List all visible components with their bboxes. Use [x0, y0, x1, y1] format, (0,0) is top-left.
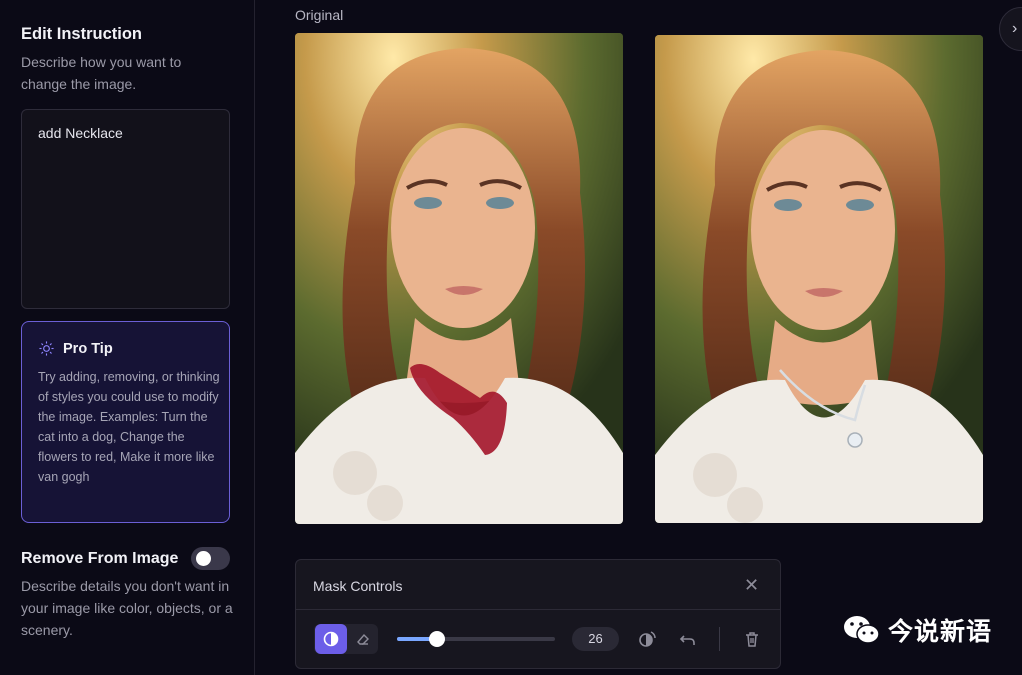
pro-tip-title: Pro Tip — [63, 340, 113, 357]
divider — [296, 609, 780, 610]
original-label: Original — [295, 7, 344, 23]
sidebar: Edit Instruction Describe how you want t… — [0, 0, 255, 675]
mask-controls-title: Mask Controls — [313, 578, 403, 594]
brush-size-value: 26 — [572, 627, 619, 651]
brush-size-slider[interactable] — [397, 631, 555, 647]
instruction-textarea[interactable]: add Necklace — [21, 109, 230, 309]
sun-icon — [38, 340, 55, 357]
original-image[interactable] — [295, 33, 623, 524]
trash-icon[interactable] — [741, 628, 763, 650]
pro-tip-card: Pro Tip Try adding, removing, or thinkin… — [21, 321, 230, 523]
invert-mask-icon[interactable] — [637, 628, 659, 650]
result-image[interactable] — [655, 35, 983, 523]
mask-controls-panel: Mask Controls ✕ 26 — [295, 559, 781, 669]
eraser-mode-button[interactable] — [347, 624, 379, 654]
contrast-icon — [323, 631, 339, 647]
remove-from-image-title: Remove From Image — [21, 550, 179, 567]
eraser-icon — [357, 633, 369, 645]
remove-from-image-toggle[interactable] — [191, 547, 230, 570]
chevron-right-icon: › — [1012, 20, 1018, 37]
toggle-knob — [196, 551, 211, 566]
edit-instruction-description: Describe how you want to change the imag… — [21, 54, 182, 92]
pro-tip-text: Try adding, removing, or thinking of sty… — [38, 370, 220, 484]
watermark: 今说新语 — [842, 612, 992, 648]
remove-from-image-description: Describe details you don't want in your … — [21, 578, 233, 638]
toolbar-separator — [719, 627, 720, 651]
undo-icon[interactable] — [677, 628, 699, 650]
mask-mode-button[interactable] — [315, 624, 347, 654]
necklace-pendant — [847, 432, 863, 448]
edit-instruction-title: Edit Instruction — [21, 25, 142, 43]
expand-panel-button[interactable]: › — [999, 7, 1022, 51]
close-icon[interactable]: ✕ — [744, 575, 759, 596]
wechat-icon — [844, 616, 880, 644]
watermark-text: 今说新语 — [888, 618, 993, 646]
slider-thumb[interactable] — [428, 631, 445, 647]
mask-mode-group — [314, 624, 378, 654]
